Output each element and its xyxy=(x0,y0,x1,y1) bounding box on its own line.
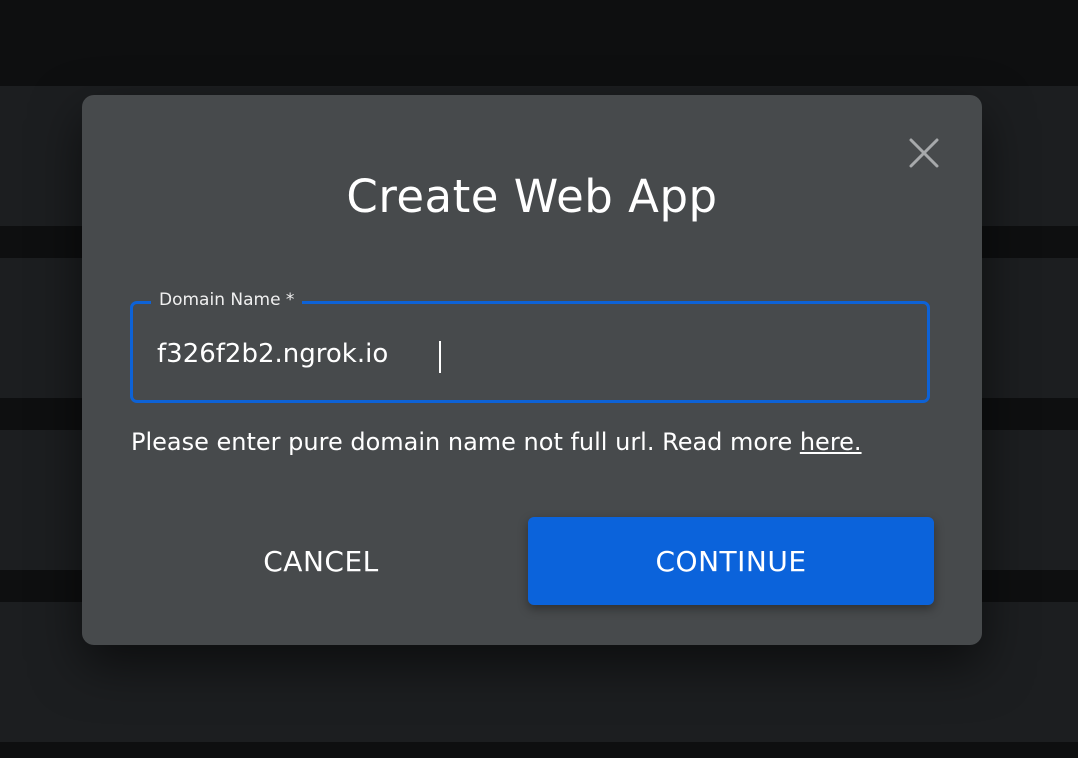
helper-text-body: Please enter pure domain name not full u… xyxy=(131,428,800,456)
continue-button[interactable]: CONTINUE xyxy=(528,517,934,605)
dialog-title: Create Web App xyxy=(346,170,718,223)
helper-text: Please enter pure domain name not full u… xyxy=(131,425,951,459)
text-caret xyxy=(439,341,441,373)
close-icon xyxy=(909,138,939,168)
domain-name-field[interactable]: Domain Name * xyxy=(130,288,930,403)
domain-name-label: Domain Name * xyxy=(151,288,303,312)
read-more-link[interactable]: here. xyxy=(800,428,862,456)
domain-name-input[interactable] xyxy=(157,334,897,374)
cancel-button[interactable]: CANCEL xyxy=(210,517,432,605)
create-web-app-dialog: Create Web App Domain Name * Please ente… xyxy=(82,95,982,645)
